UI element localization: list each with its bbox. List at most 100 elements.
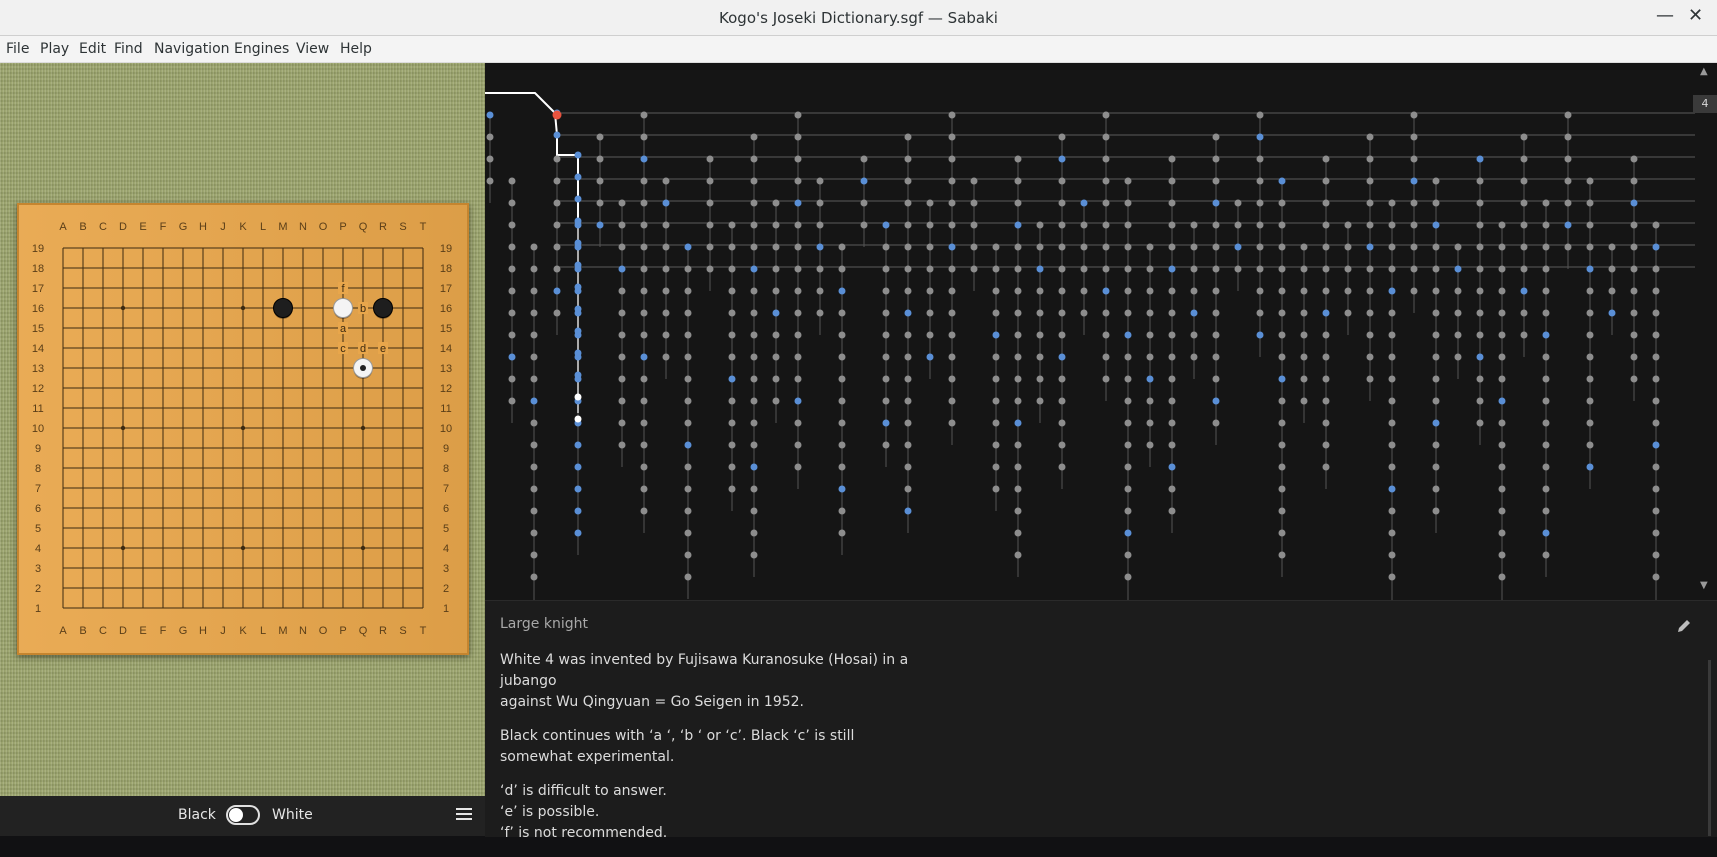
tree-node[interactable] (640, 111, 648, 119)
tree-node[interactable] (860, 221, 868, 229)
tree-node[interactable] (1322, 375, 1330, 383)
tree-node[interactable] (1432, 287, 1440, 295)
tree-node[interactable] (1168, 441, 1176, 449)
tree-node[interactable] (750, 309, 758, 317)
tree-node[interactable] (728, 419, 736, 427)
tree-node[interactable] (1542, 507, 1550, 515)
tree-node[interactable] (1168, 287, 1176, 295)
tree-node[interactable] (640, 243, 648, 251)
tree-node[interactable] (1014, 331, 1022, 339)
tree-node[interactable] (1168, 243, 1176, 251)
tree-node[interactable] (1168, 265, 1176, 273)
tree-node[interactable] (794, 221, 802, 229)
tree-node[interactable] (1476, 419, 1484, 427)
tree-node[interactable] (1212, 155, 1220, 163)
tree-node[interactable] (1520, 155, 1528, 163)
tree-node[interactable] (904, 485, 912, 493)
tree-node[interactable] (794, 441, 802, 449)
tree-node[interactable] (1190, 221, 1198, 229)
tree-node[interactable] (684, 287, 692, 295)
tree-node[interactable] (508, 177, 516, 185)
tree-node[interactable] (1630, 177, 1638, 185)
tree-node[interactable] (1388, 287, 1396, 295)
tree-node[interactable] (640, 353, 648, 361)
tree-node[interactable] (1322, 353, 1330, 361)
tree-node[interactable] (1058, 463, 1066, 471)
tree-node[interactable] (1564, 155, 1572, 163)
tree-node[interactable] (1146, 397, 1154, 405)
tree-node[interactable] (1542, 221, 1550, 229)
tree-node[interactable] (772, 331, 780, 339)
tree-node[interactable] (596, 221, 604, 229)
tree-node[interactable] (1520, 309, 1528, 317)
tree-node[interactable] (992, 485, 1000, 493)
tree-node[interactable] (574, 151, 582, 159)
tree-node[interactable] (1212, 375, 1220, 383)
tree-node[interactable] (1300, 375, 1308, 383)
tree-node[interactable] (1630, 243, 1638, 251)
tree-node[interactable] (640, 485, 648, 493)
tree-node[interactable] (1388, 485, 1396, 493)
tree-node[interactable] (1652, 221, 1660, 229)
tree-node[interactable] (816, 243, 824, 251)
tree-node[interactable] (1256, 177, 1264, 185)
tree-node[interactable] (1454, 353, 1462, 361)
tree-node[interactable] (838, 309, 846, 317)
tree-node[interactable] (1278, 265, 1286, 273)
tree-node[interactable] (1652, 375, 1660, 383)
tree-node[interactable] (1476, 221, 1484, 229)
tree-node[interactable] (1102, 221, 1110, 229)
tree-node[interactable] (1652, 573, 1660, 581)
tree-node[interactable] (1102, 309, 1110, 317)
tree-node[interactable] (926, 199, 934, 207)
tree-node[interactable] (486, 133, 494, 141)
tree-node[interactable] (1212, 177, 1220, 185)
tree-node[interactable] (1124, 287, 1132, 295)
tree-node[interactable] (728, 331, 736, 339)
tree-node[interactable] (574, 239, 582, 247)
tree-node[interactable] (1476, 287, 1484, 295)
tree-node[interactable] (1058, 265, 1066, 273)
tree-node[interactable] (838, 419, 846, 427)
tree-node[interactable] (1212, 243, 1220, 251)
tree-node[interactable] (1058, 375, 1066, 383)
tree-node[interactable] (1366, 243, 1374, 251)
tree-node[interactable] (574, 283, 582, 291)
tree-node[interactable] (1432, 419, 1440, 427)
tree-node[interactable] (1256, 155, 1264, 163)
tree-node[interactable] (1102, 133, 1110, 141)
tree-node[interactable] (684, 485, 692, 493)
tree-node[interactable] (1542, 265, 1550, 273)
tree-node[interactable] (1366, 221, 1374, 229)
tree-node[interactable] (1454, 309, 1462, 317)
menu-engines[interactable]: Engines (234, 41, 289, 57)
tree-node[interactable] (618, 221, 626, 229)
tree-node[interactable] (1652, 265, 1660, 273)
tree-node[interactable] (1630, 287, 1638, 295)
tree-node[interactable] (948, 133, 956, 141)
tree-node[interactable] (1542, 463, 1550, 471)
tree-node[interactable] (662, 221, 670, 229)
tree-node[interactable] (1322, 177, 1330, 185)
tree-node[interactable] (1498, 463, 1506, 471)
tree-node[interactable] (1366, 265, 1374, 273)
tree-node[interactable] (1212, 133, 1220, 141)
tree-node[interactable] (904, 507, 912, 515)
tree-node[interactable] (1102, 287, 1110, 295)
tree-node[interactable] (574, 485, 582, 493)
player-toggle[interactable] (226, 805, 260, 825)
tree-node[interactable] (1190, 331, 1198, 339)
tree-node[interactable] (684, 353, 692, 361)
tree-node[interactable] (1322, 419, 1330, 427)
tree-node[interactable] (574, 327, 582, 335)
tree-node[interactable] (574, 349, 582, 357)
tree-node[interactable] (904, 397, 912, 405)
menu-play[interactable]: Play (40, 41, 69, 57)
comment-scrollbar[interactable] (1708, 660, 1711, 836)
tree-node[interactable] (1256, 309, 1264, 317)
tree-node[interactable] (1432, 375, 1440, 383)
tree-node[interactable] (640, 155, 648, 163)
tree-node[interactable] (1168, 375, 1176, 383)
tree-node[interactable] (508, 353, 516, 361)
tree-node[interactable] (1058, 177, 1066, 185)
